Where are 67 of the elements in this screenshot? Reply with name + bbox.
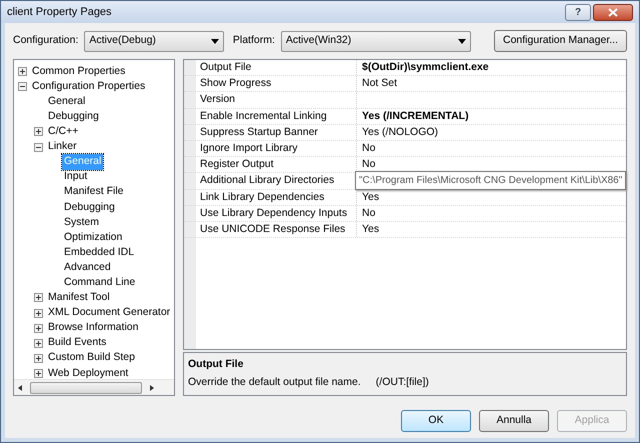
tree-item[interactable]: Debugging [46, 108, 101, 125]
platform-dropdown[interactable]: Active(Win32) [280, 30, 471, 52]
dropdown-arrow-icon [458, 38, 466, 44]
description-text: Override the default output file name. [188, 375, 361, 390]
close-button[interactable] [593, 4, 633, 20]
property-name[interactable]: Enable Incremental Linking [196, 108, 357, 124]
tree-item[interactable]: Advanced [62, 260, 113, 276]
configuration-label: Configuration: [13, 33, 78, 48]
expand-icon[interactable] [34, 324, 46, 333]
property-name[interactable]: Ignore Import Library [196, 140, 357, 156]
tree-item[interactable]: Input [62, 169, 90, 186]
tree-item[interactable]: Web Deployment [46, 366, 130, 379]
expand-icon[interactable] [34, 293, 46, 302]
expand-icon[interactable] [34, 338, 46, 348]
platform-label: Platform: [232, 33, 275, 48]
expand-icon[interactable] [34, 127, 46, 136]
window-title: client Property Pages [7, 4, 113, 20]
tree-item[interactable]: Configuration Properties [30, 78, 148, 95]
property-value: No [362, 158, 376, 170]
tree-item[interactable]: Manifest Tool [46, 290, 112, 306]
collapse-icon[interactable] [34, 142, 46, 152]
tree-item[interactable]: System [62, 214, 102, 230]
tree-item[interactable]: Common Properties [30, 64, 128, 80]
switch-text: (/OUT:[file]) [376, 375, 429, 390]
horizontal-scrollbar[interactable] [14, 379, 174, 395]
tree-item[interactable]: Debugging [62, 200, 117, 216]
tree-item[interactable]: XML Document Generator [46, 305, 172, 321]
property-name[interactable]: Use Library Dependency Inputs [196, 206, 357, 221]
property-name[interactable]: Link Library Dependencies [196, 190, 357, 205]
tree-item[interactable]: Build Events [46, 335, 108, 352]
description-title: Output File [188, 357, 244, 372]
tree-item[interactable]: Linker [46, 139, 79, 155]
dialog-button[interactable]: OK [401, 410, 471, 432]
property-value: No [362, 206, 376, 219]
help-button[interactable]: ? [565, 4, 591, 20]
tree-item[interactable]: Command Line [62, 274, 138, 291]
property-value: No [362, 142, 376, 154]
value-tooltip: "C:\Program Files\Microsoft CNG Development Kit\Lib\X86" [355, 171, 626, 190]
tree-item[interactable]: General [46, 94, 88, 110]
tree-item[interactable]: Manifest File [62, 184, 126, 200]
tree-item[interactable]: Browse Information [46, 320, 140, 336]
tree-item[interactable]: C/C++ [46, 124, 80, 140]
scrollbar-thumb[interactable] [30, 382, 142, 394]
expand-icon[interactable] [34, 354, 46, 363]
property-value: $(OutDir)\symmclient.exe [362, 61, 489, 73]
expand-icon[interactable] [18, 67, 30, 76]
property-name[interactable]: Version [196, 92, 357, 108]
tree-item[interactable]: Embedded IDL [62, 244, 136, 261]
property-value: Yes (/INCREMENTAL) [362, 110, 469, 122]
tree-item[interactable]: Custom Build Step [46, 350, 137, 366]
expand-icon[interactable] [34, 368, 46, 378]
property-name[interactable]: Show Progress [196, 76, 357, 92]
collapse-icon[interactable] [18, 82, 30, 92]
property-value: Not Set [362, 77, 398, 90]
expand-icon[interactable] [34, 308, 46, 318]
configuration-manager-button[interactable]: Configuration Manager... [494, 30, 627, 52]
property-value: Yes [362, 190, 380, 202]
property-name[interactable]: Output File [196, 60, 357, 76]
tree-item[interactable]: Optimization [62, 230, 124, 246]
property-value: Yes [362, 222, 380, 235]
dropdown-arrow-icon [211, 38, 220, 44]
close-icon [608, 8, 618, 16]
property-value: Yes (/NOLOGO) [362, 126, 438, 138]
configuration-dropdown[interactable]: Active(Debug) [84, 30, 224, 52]
dialog-button[interactable]: Annulla [479, 410, 549, 432]
property-name[interactable]: Use UNICODE Response Files [196, 222, 357, 238]
property-name[interactable]: Suppress Startup Banner [196, 124, 357, 140]
